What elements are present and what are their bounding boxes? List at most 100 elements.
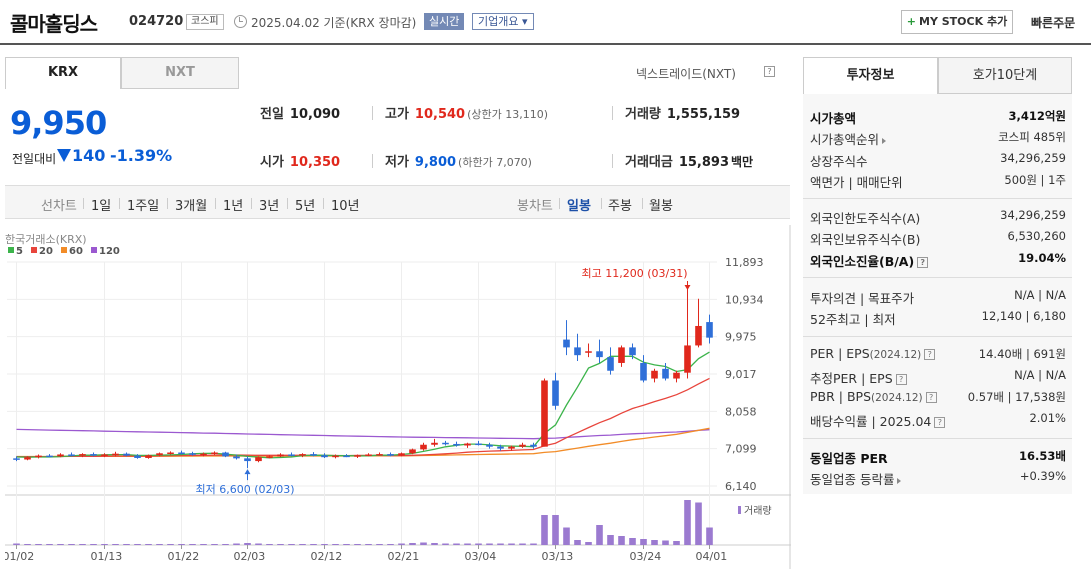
divider bbox=[215, 198, 216, 209]
help-icon[interactable]: ? bbox=[917, 257, 929, 268]
prev-close: 전일 10,090 bbox=[260, 103, 340, 122]
period-daily[interactable]: 일봉 bbox=[567, 195, 591, 214]
foreign-ratio-value: 19.04% bbox=[1018, 251, 1066, 265]
divider bbox=[167, 198, 168, 209]
candle-body bbox=[343, 455, 350, 458]
candle-body bbox=[442, 442, 449, 445]
candle-body bbox=[453, 443, 460, 446]
rank-label-text: 시가총액순위 bbox=[810, 132, 880, 147]
period-1d[interactable]: 1일 bbox=[91, 195, 111, 214]
amount-unit: 백만 bbox=[731, 155, 754, 169]
y-tick-label: 9,017 bbox=[725, 368, 757, 381]
foreign-ratio-label-text: 외국인소진율(B/A) bbox=[810, 254, 915, 269]
est-per-row: 추정PER | EPS? N/A | N/A bbox=[810, 368, 1066, 388]
ma-line-20 bbox=[16, 377, 710, 458]
add-my-stock-button[interactable]: + MY STOCK 추가 bbox=[901, 10, 1013, 34]
period-weekly[interactable]: 주봉 bbox=[608, 195, 632, 214]
high-price: 고가 10,540 (상한가 13,110) bbox=[385, 103, 548, 122]
candle-body bbox=[508, 446, 515, 449]
high-label: 고가 bbox=[385, 107, 409, 122]
candle-body bbox=[354, 455, 361, 457]
current-price: 9,950 bbox=[10, 104, 107, 142]
pbr-period: (2024.12) bbox=[871, 392, 923, 404]
period-1w[interactable]: 1주일 bbox=[127, 195, 159, 214]
low-arrow-head bbox=[244, 469, 251, 475]
candle-body bbox=[288, 454, 295, 456]
rank-label[interactable]: 시가총액순위 bbox=[810, 129, 887, 148]
x-tick-label: 03/04 bbox=[465, 550, 497, 563]
company-name: 콜마홀딩스 bbox=[10, 12, 98, 36]
period-3y[interactable]: 3년 bbox=[259, 195, 279, 214]
period-1y[interactable]: 1년 bbox=[223, 195, 243, 214]
quick-order-link[interactable]: 빠른주문 bbox=[1031, 14, 1075, 31]
candle-body bbox=[222, 452, 229, 457]
help-icon[interactable]: ? bbox=[764, 66, 775, 77]
y-tick-label: 6,140 bbox=[725, 480, 757, 493]
price-chart[interactable]: 11,893 10,934 9,975 9,017 8,058 7,099 6,140 한국거… bbox=[5, 225, 791, 569]
volume-bar bbox=[222, 544, 229, 545]
stock-header: 콜마홀딩스 024720 코스피 2025.04.02 기준(KRX 장마감) … bbox=[0, 0, 1091, 45]
x-tick-label: 01/02 bbox=[5, 550, 34, 563]
candle-body bbox=[57, 454, 64, 457]
period-monthly[interactable]: 월봉 bbox=[649, 195, 673, 214]
candle-body bbox=[266, 456, 273, 458]
tab-nxt[interactable]: NXT bbox=[121, 57, 239, 89]
candle-body bbox=[552, 380, 559, 406]
volume-bar bbox=[299, 544, 306, 545]
volume-bar bbox=[35, 544, 42, 545]
candle-body bbox=[255, 457, 262, 462]
candle-chart-label[interactable]: 봉차트 bbox=[517, 195, 553, 214]
tab-invest-info[interactable]: 투자정보 bbox=[803, 57, 938, 94]
volume-bar bbox=[530, 543, 537, 545]
volume-bar bbox=[662, 540, 669, 545]
ma-line-120 bbox=[16, 428, 710, 440]
help-icon[interactable]: ? bbox=[895, 374, 907, 385]
company-overview-button[interactable]: 기업개요 ▾ bbox=[472, 13, 534, 30]
period-10y[interactable]: 10년 bbox=[331, 195, 360, 214]
divider bbox=[601, 198, 602, 209]
shares-row: 상장주식수 34,296,259 bbox=[810, 151, 1066, 171]
candle-body bbox=[365, 454, 372, 456]
candle-body bbox=[156, 453, 163, 456]
chart-source-label: 한국거래소(KRX) bbox=[5, 233, 87, 246]
per-label-text: PER | EPS bbox=[810, 346, 870, 361]
candle-chart-svg[interactable]: 11,893 10,934 9,975 9,017 8,058 7,099 6,140 한국거… bbox=[5, 225, 791, 569]
help-icon[interactable]: ? bbox=[934, 417, 946, 428]
realtime-badge[interactable]: 실시간 bbox=[424, 13, 465, 30]
divider bbox=[803, 198, 1072, 199]
candle-body bbox=[530, 444, 537, 447]
tab-order-book[interactable]: 호가10단계 bbox=[938, 57, 1072, 94]
tab-krx[interactable]: KRX bbox=[5, 57, 121, 89]
help-icon[interactable]: ? bbox=[925, 392, 937, 403]
market-cap-row: 시가총액 3,412억원 bbox=[810, 108, 1066, 128]
x-tick-label: 03/24 bbox=[630, 550, 662, 563]
volume-bar bbox=[244, 543, 251, 545]
volume-bar bbox=[68, 544, 75, 545]
y-tick-label: 7,099 bbox=[725, 443, 757, 456]
basis-date: 2025.04.02 기준(KRX 장마감) bbox=[251, 16, 417, 30]
week52-row: 52주최고 | 최저 12,140 | 6,180 bbox=[810, 309, 1066, 329]
help-icon[interactable]: ? bbox=[924, 349, 936, 360]
period-5y[interactable]: 5년 bbox=[295, 195, 315, 214]
trade-amount: 거래대금 15,893 백만 bbox=[625, 151, 753, 170]
volume-bar bbox=[343, 544, 350, 545]
divider bbox=[119, 198, 120, 209]
candle-body bbox=[299, 454, 306, 456]
industry-per-value: 16.53배 bbox=[1019, 449, 1066, 463]
volume-bar bbox=[464, 543, 471, 545]
divider bbox=[803, 277, 1072, 278]
foreign-ratio-label: 외국인소진율(B/A)? bbox=[810, 251, 929, 270]
candle-body bbox=[486, 444, 493, 447]
volume-bar bbox=[453, 543, 460, 545]
plus-icon: + bbox=[906, 15, 917, 28]
par-label: 액면가 | 매매단위 bbox=[810, 175, 903, 190]
candle-body bbox=[673, 372, 680, 379]
per-period: (2024.12) bbox=[869, 349, 922, 361]
divider bbox=[251, 198, 252, 209]
period-3m[interactable]: 3개월 bbox=[175, 195, 207, 214]
industry-rate-label-text: 동일업종 등락률 bbox=[810, 472, 895, 487]
volume-legend-swatch bbox=[738, 506, 741, 514]
candle-body bbox=[497, 446, 504, 449]
industry-rate-label[interactable]: 동일업종 등락률 bbox=[810, 469, 902, 488]
line-chart-label[interactable]: 선차트 bbox=[41, 195, 77, 214]
